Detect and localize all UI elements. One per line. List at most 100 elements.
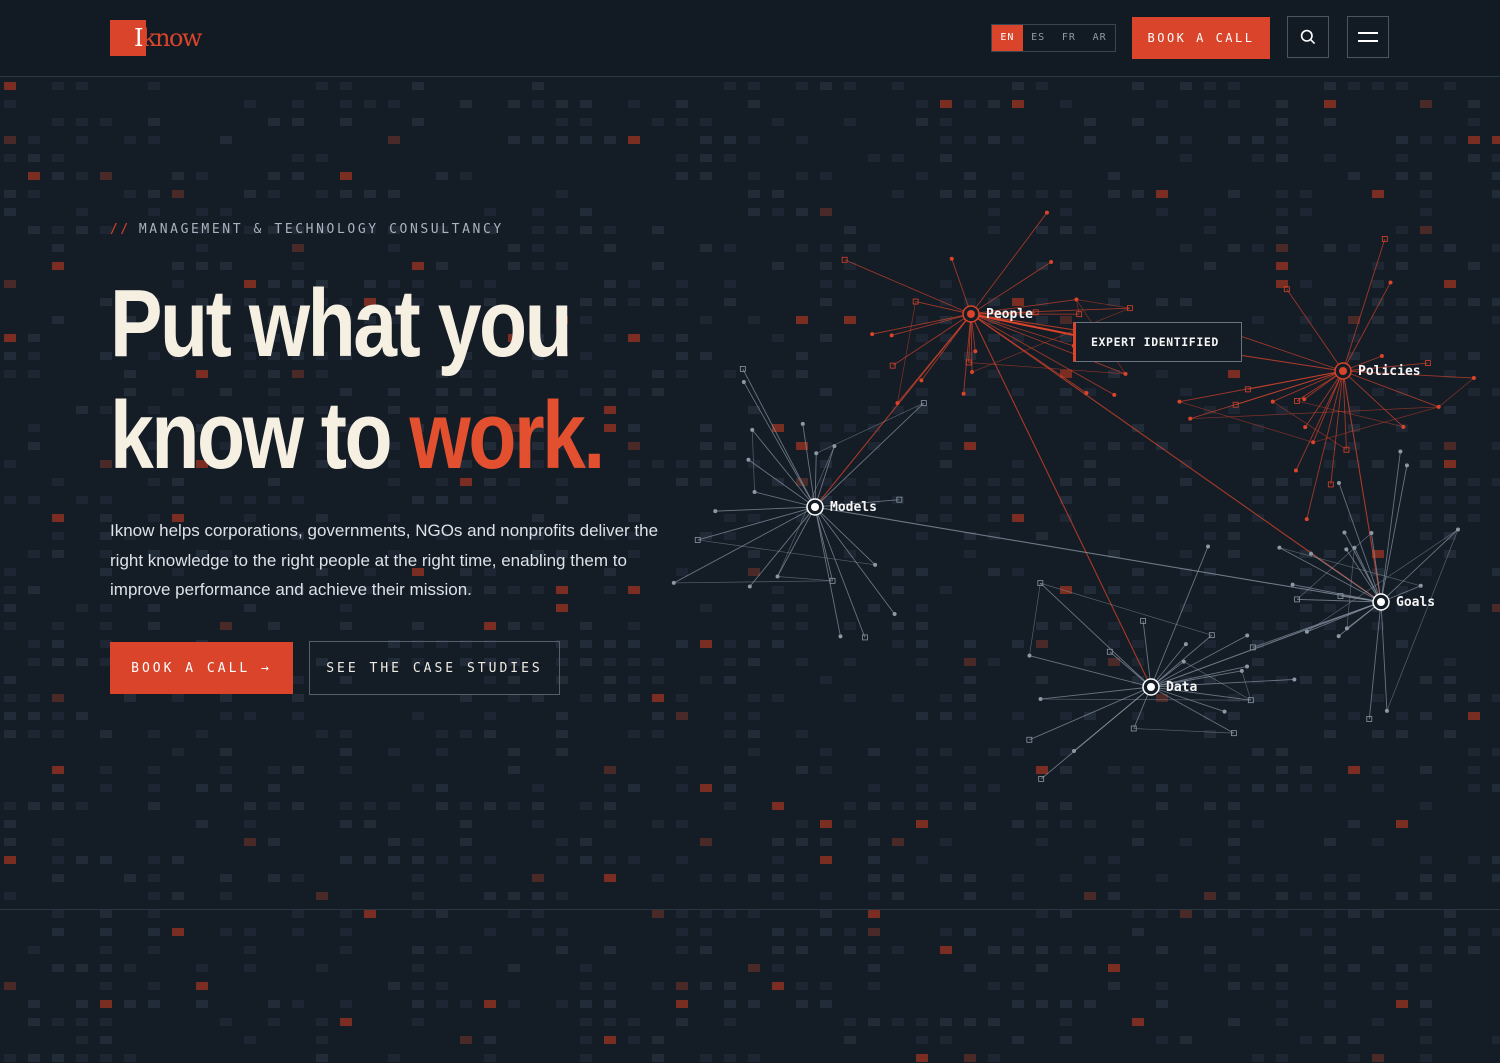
network-spoke xyxy=(921,313,972,381)
network-node-label: Goals xyxy=(1396,595,1435,610)
hero-description: Iknow helps corporations, governments, N… xyxy=(110,521,659,599)
lang-en[interactable]: EN xyxy=(992,25,1023,51)
network-leaf-point xyxy=(1309,551,1314,556)
network-spoke xyxy=(749,506,816,587)
network-node-dot xyxy=(1339,367,1347,375)
network-spoke xyxy=(891,313,972,336)
network-leaf-point xyxy=(870,332,875,337)
lang-ar[interactable]: AR xyxy=(1084,25,1115,51)
network-spoke xyxy=(1286,288,1344,372)
network-leaf-point xyxy=(741,380,746,385)
network-spoke xyxy=(1142,620,1152,688)
network-spoke xyxy=(963,313,972,394)
network-spoke xyxy=(951,258,972,315)
network-leaf-point xyxy=(1344,547,1349,552)
network-node-label: Models xyxy=(830,500,877,515)
lang-es[interactable]: ES xyxy=(1023,25,1054,51)
network-spoke xyxy=(970,212,1048,315)
network-crosslink xyxy=(777,576,833,582)
network-crosslink xyxy=(1296,400,1404,428)
network-spoke xyxy=(742,368,816,508)
site-header: Iknow EN ES FR AR BOOK A CALL xyxy=(0,0,1500,77)
network-leaf-point xyxy=(949,256,954,261)
network-crosslink xyxy=(1190,406,1439,420)
network-spoke xyxy=(1368,601,1382,719)
network-node-dot xyxy=(967,310,975,318)
network-crosslink xyxy=(1029,583,1041,656)
network-leaf-point xyxy=(1049,259,1054,264)
network-leaf-point xyxy=(1112,392,1117,397)
network-leaf-point xyxy=(1404,463,1409,468)
network-spoke xyxy=(673,506,816,584)
network-spoke xyxy=(814,506,841,637)
network-spoke xyxy=(1040,582,1152,688)
network-spoke xyxy=(715,506,816,512)
network-spoke xyxy=(1330,370,1344,485)
network-leaf-point xyxy=(1292,677,1297,682)
network-leaf-point xyxy=(838,634,843,639)
network-link xyxy=(970,313,1152,688)
network-spoke xyxy=(1338,482,1382,603)
hero-eyebrow: //MANAGEMENT & TECHNOLOGY CONSULTANCY xyxy=(110,222,504,237)
network-leaf-point xyxy=(961,391,966,396)
headline-accent: work. xyxy=(409,382,606,489)
network-spoke xyxy=(897,313,972,404)
network-leaf-point xyxy=(1342,530,1347,535)
network-leaf-point xyxy=(973,349,978,354)
network-leaf-point xyxy=(1304,517,1309,522)
iknow-logo[interactable]: Iknow xyxy=(110,20,210,56)
network-node-label: Data xyxy=(1166,680,1197,695)
network-leaf-point xyxy=(1336,634,1341,639)
network-spoke xyxy=(1029,686,1152,741)
network-leaf-point xyxy=(1084,390,1089,395)
network-leaf-point xyxy=(1245,633,1250,638)
network-link xyxy=(1342,370,1382,603)
network-leaf-point xyxy=(1302,397,1307,402)
network-spoke xyxy=(1380,601,1388,711)
network-crosslink xyxy=(1306,529,1459,633)
language-switcher: EN ES FR AR xyxy=(991,24,1116,52)
network-leaf-point xyxy=(1290,582,1295,587)
network-node-label: Policies xyxy=(1358,364,1421,379)
network-leaf-point xyxy=(1303,425,1308,430)
network-crosslink xyxy=(777,446,835,577)
search-icon xyxy=(1300,29,1316,45)
network-leaf-point xyxy=(1398,449,1403,454)
network-node-dot xyxy=(1147,683,1155,691)
search-button[interactable] xyxy=(1287,16,1329,58)
network-leaf-point xyxy=(889,333,894,338)
network-leaf-point xyxy=(747,584,752,589)
network-leaf-point xyxy=(1388,280,1393,285)
network-crosslink xyxy=(1076,299,1130,309)
network-leaf-point xyxy=(1183,642,1188,647)
network-spoke xyxy=(1150,546,1209,688)
network-leaf-point xyxy=(1044,210,1049,215)
network-leaf-point xyxy=(1245,664,1250,669)
headline-line-1: Put what you xyxy=(110,270,573,377)
expert-identified-callout: EXPERT IDENTIFIED xyxy=(1073,322,1242,362)
case-studies-button[interactable]: SEE THE CASE STUDIES xyxy=(309,641,560,695)
network-spoke xyxy=(1190,370,1344,420)
book-call-button[interactable]: BOOK A CALL → xyxy=(110,642,293,694)
network-spoke xyxy=(754,491,816,508)
lang-fr[interactable]: FR xyxy=(1054,25,1085,51)
network-leaf-point xyxy=(713,509,718,514)
network-spoke xyxy=(814,506,866,638)
headline-line-2: know to xyxy=(110,382,410,489)
network-leaf-point xyxy=(919,378,924,383)
header-book-call-button[interactable]: BOOK A CALL xyxy=(1132,17,1270,59)
network-link xyxy=(814,506,1382,603)
network-leaf-point xyxy=(1222,709,1227,714)
network-crosslink xyxy=(1040,582,1212,636)
logo-wordmark: Iknow xyxy=(134,24,202,52)
network-crosslink xyxy=(1179,401,1314,443)
network-node-dot xyxy=(1377,598,1385,606)
network-leaf-point xyxy=(746,457,751,462)
network-crosslink xyxy=(1133,728,1234,734)
network-leaf-point xyxy=(800,421,805,426)
menu-button[interactable] xyxy=(1347,16,1389,58)
network-spoke xyxy=(844,259,972,315)
network-crosslink xyxy=(816,402,924,454)
network-crosslink xyxy=(1438,377,1475,408)
network-spoke xyxy=(814,506,895,615)
